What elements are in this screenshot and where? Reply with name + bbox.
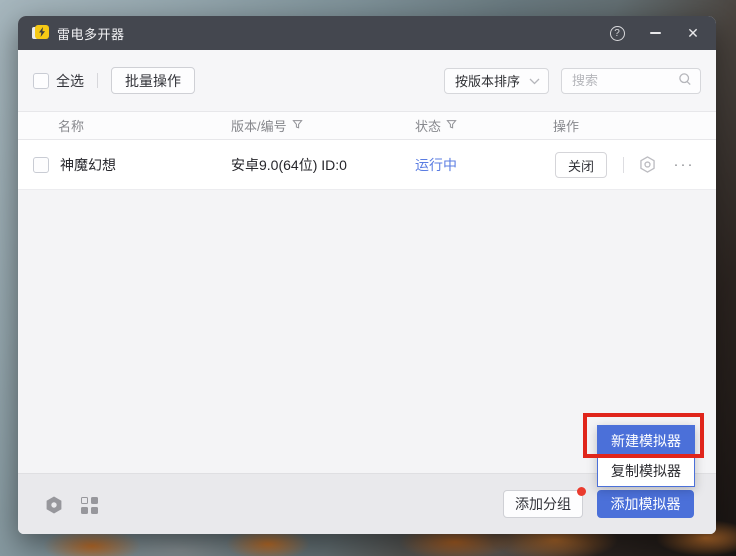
minimize-button[interactable]	[646, 24, 664, 42]
search-box	[561, 68, 701, 94]
table-header: 名称 版本/编号 状态 操作	[18, 111, 716, 140]
search-input[interactable]	[572, 73, 672, 88]
emulator-row[interactable]: 神魔幻想 安卓9.0(64位) ID:0 运行中 关闭 ···	[18, 140, 716, 190]
filter-icon[interactable]	[446, 118, 457, 133]
select-all-label: 全选	[56, 71, 84, 91]
sort-dropdown-value: 按版本排序	[455, 71, 520, 90]
ellipsis-icon: ···	[674, 156, 695, 173]
toolbar: 全选 批量操作 按版本排序	[18, 50, 716, 111]
column-header-actions-label: 操作	[553, 116, 579, 135]
lightning-icon	[35, 25, 49, 39]
add-emulator-context-menu: 新建模拟器 复制模拟器	[597, 425, 695, 487]
batch-operations-button[interactable]: 批量操作	[111, 67, 195, 94]
gear-icon	[638, 155, 657, 174]
column-header-name-label: 名称	[58, 116, 84, 135]
settings-button[interactable]	[44, 495, 64, 515]
more-options-button[interactable]: ···	[675, 157, 693, 171]
desktop-wallpaper: 雷电多开器 ? ✕ 全选 批量操作 按版本排序	[0, 0, 736, 556]
help-button[interactable]: ?	[608, 24, 626, 42]
sort-dropdown[interactable]: 按版本排序	[444, 68, 549, 94]
app-logo-icon	[32, 25, 49, 41]
chevron-down-icon	[529, 73, 540, 88]
select-all-checkbox[interactable]	[33, 73, 49, 89]
action-divider	[623, 157, 624, 173]
menu-item-copy-emulator[interactable]: 复制模拟器	[598, 456, 694, 486]
close-button[interactable]: ✕	[684, 24, 702, 42]
grid-icon	[81, 497, 98, 514]
menu-item-new-emulator[interactable]: 新建模拟器	[598, 426, 694, 456]
add-group-button[interactable]: 添加分组	[503, 490, 583, 518]
notification-dot	[577, 487, 586, 496]
column-header-status: 状态	[415, 112, 457, 139]
column-header-actions: 操作	[553, 112, 579, 139]
window-title: 雷电多开器	[57, 24, 125, 43]
layout-grid-button[interactable]	[79, 495, 99, 515]
search-icon	[678, 72, 692, 89]
column-header-status-label: 状态	[415, 116, 441, 135]
emulator-name: 神魔幻想	[60, 140, 116, 189]
filter-icon[interactable]	[292, 118, 303, 133]
stop-emulator-button[interactable]: 关闭	[555, 152, 607, 178]
column-header-name: 名称	[58, 112, 84, 139]
toolbar-divider	[97, 73, 98, 88]
minimize-icon	[650, 32, 661, 34]
status-badge: 运行中	[415, 140, 457, 189]
titlebar: 雷电多开器 ? ✕	[18, 16, 716, 50]
add-group-label: 添加分组	[515, 494, 571, 514]
row-settings-button[interactable]	[638, 155, 657, 174]
gear-icon	[44, 495, 64, 515]
add-emulator-button[interactable]: 添加模拟器	[597, 490, 694, 518]
row-checkbox[interactable]	[33, 157, 49, 173]
row-checkbox-cell	[33, 140, 49, 189]
emulator-version: 安卓9.0(64位) ID:0	[231, 140, 347, 189]
column-header-version-label: 版本/编号	[231, 116, 287, 135]
column-header-version: 版本/编号	[231, 112, 303, 139]
help-icon: ?	[610, 26, 625, 41]
close-icon: ✕	[687, 26, 699, 40]
